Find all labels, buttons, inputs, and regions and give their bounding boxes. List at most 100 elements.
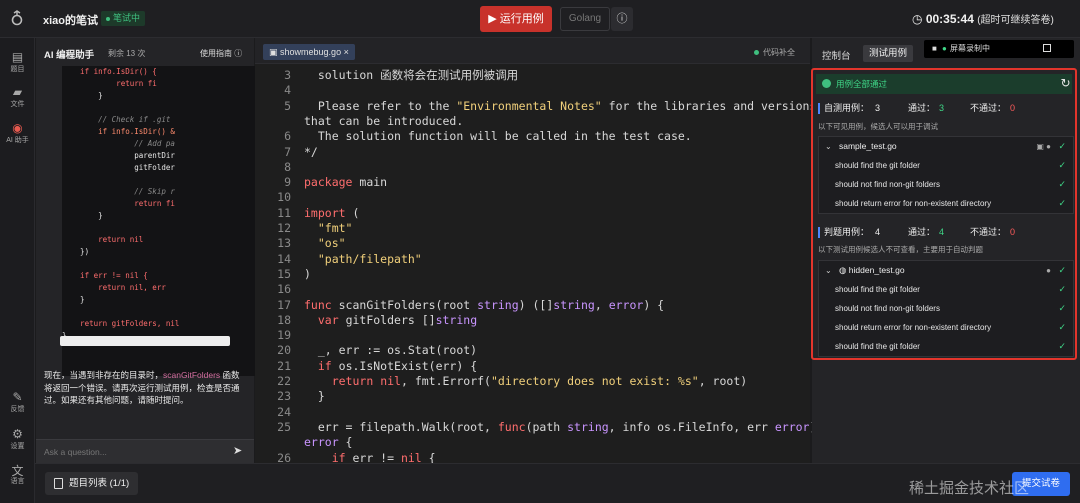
chevron-down-icon: ⌄ xyxy=(825,266,832,275)
code-line[interactable]: solution 函数将会在测试用例被调用 xyxy=(304,68,518,83)
code-scrollbar[interactable] xyxy=(60,336,230,346)
rail-item-ai[interactable]: ◉ AI 助手 xyxy=(0,121,35,145)
judge-cases-summary: 判题用例： 4 通过： 4 不通过： 0 xyxy=(818,225,1074,239)
test-case[interactable]: should find the git folder ✓ xyxy=(819,280,1073,299)
editor-tab-bar: ▣ showmebug.go × 代码补全 xyxy=(255,38,810,64)
tab-testcases[interactable]: 测试用例 xyxy=(863,45,914,62)
code-line[interactable]: The solution function will be called in … xyxy=(304,129,692,144)
check-icon: ✓ xyxy=(1058,284,1066,294)
ai-panel-title: AI 编程助手 xyxy=(44,50,95,61)
list-icon xyxy=(54,478,63,489)
test-case[interactable]: should not find non-git folders ✓ xyxy=(819,175,1073,194)
close-icon[interactable]: × xyxy=(344,47,349,57)
send-icon[interactable]: ➤ xyxy=(233,444,245,457)
code-line[interactable]: "fmt" xyxy=(304,221,353,236)
file-icon: ▣ xyxy=(269,47,278,57)
file-action-icons[interactable]: ▣ ● xyxy=(1036,137,1051,156)
code-editor[interactable]: ▣ showmebug.go × 代码补全 3 solution 函数将会在测试… xyxy=(255,38,816,465)
code-line[interactable]: import ( xyxy=(304,206,359,221)
line-number: 4 xyxy=(284,83,291,98)
line-number: 13 xyxy=(277,236,291,251)
code-line[interactable]: Please refer to the "Environmental Notes… xyxy=(304,99,817,114)
tab-console[interactable]: 控制台 xyxy=(822,48,851,62)
language-icon: 文 xyxy=(11,464,24,478)
countdown-timer: ◷ 00:35:44 (超时可继续答卷) xyxy=(912,12,1054,26)
check-icon: ✓ xyxy=(1058,322,1066,332)
test-case[interactable]: should not find non-git folders ✓ xyxy=(819,299,1073,318)
judge-cases-note: 以下测试用例候选人不可查看，主要用于自动判题 xyxy=(818,245,983,254)
line-number: 6 xyxy=(284,129,291,144)
ai-answer-text: 现在，当遇到非存在的目录时，scanGitFolders 函数将返回一个错误。请… xyxy=(44,370,240,405)
stop-recording-icon[interactable] xyxy=(1043,44,1051,52)
code-line[interactable]: error { xyxy=(304,435,352,450)
sample-test-header[interactable]: ⌄ sample_test.go ▣ ● ✓ xyxy=(819,137,1073,156)
file-action-icons[interactable]: ● xyxy=(1046,261,1051,280)
code-line[interactable]: } xyxy=(304,389,325,404)
check-circle-icon xyxy=(822,79,831,88)
folder-icon: ▰ xyxy=(12,85,23,99)
code-line[interactable]: func scanGitFolders(root string) ([]stri… xyxy=(304,298,664,313)
code-line[interactable]: "os" xyxy=(304,236,346,251)
logo-icon xyxy=(10,10,26,28)
code-line[interactable]: */ xyxy=(304,145,318,160)
screen-recording-indicator: ■ ● 屏幕录制中 xyxy=(924,40,1074,58)
file-tab-showmebug[interactable]: ▣ showmebug.go × xyxy=(263,44,355,60)
test-case[interactable]: should find the git folder ✓ xyxy=(819,337,1073,356)
rail-item-settings[interactable]: ⚙ 设置 xyxy=(0,427,35,451)
code-completion-toggle[interactable]: 代码补全 xyxy=(754,47,795,58)
code-line[interactable]: ) xyxy=(304,267,311,282)
hidden-test-header[interactable]: ⌄ ◍ hidden_test.go ● ✓ xyxy=(819,261,1073,280)
refresh-icon[interactable]: ↻ xyxy=(1058,76,1073,91)
gear-icon: ⚙ xyxy=(12,427,23,441)
code-line[interactable]: if os.IsNotExist(err) { xyxy=(304,359,477,374)
rail-item-feedback[interactable]: ✎ 反馈 xyxy=(0,390,35,414)
run-tests-button[interactable]: ▶ 运行用例 xyxy=(480,6,552,32)
line-number: 10 xyxy=(277,190,291,205)
line-number: 15 xyxy=(277,266,291,281)
exam-title: xiao的笔试 xyxy=(43,15,99,27)
line-number: 19 xyxy=(277,328,291,343)
recording-dot-icon: ● xyxy=(942,44,947,53)
test-case[interactable]: should return error for non-existent dir… xyxy=(819,318,1073,337)
line-number: 22 xyxy=(277,374,291,388)
code-line[interactable]: var gitFolders []string xyxy=(304,313,477,328)
custom-cases-summary: 自测用例： 3 通过： 3 不通过： 0 xyxy=(818,101,1074,115)
watermark-text: 稀土掘金技术社区 xyxy=(909,480,1030,497)
ask-question-input[interactable]: Ask a question... xyxy=(36,439,254,463)
info-icon[interactable]: ⓘ xyxy=(611,7,633,31)
code-line[interactable]: err = filepath.Walk(root, func(path stri… xyxy=(304,420,817,435)
sample-test-file: ⌄ sample_test.go ▣ ● ✓ should find the g… xyxy=(818,136,1074,214)
usage-guide-link[interactable]: 使用指南 ⓘ xyxy=(200,48,242,59)
code-line[interactable]: _, err := os.Stat(root) xyxy=(304,343,477,358)
rail-item-questions[interactable]: ▤ 题目 xyxy=(0,50,35,74)
code-line[interactable]: package main xyxy=(304,175,387,190)
code-line[interactable]: that can be introduced. xyxy=(304,114,463,129)
line-number: 21 xyxy=(277,358,291,373)
line-number: 7 xyxy=(284,144,291,159)
line-number: 23 xyxy=(277,389,291,404)
line-number: 3 xyxy=(284,68,291,82)
test-case[interactable]: should return error for non-existent dir… xyxy=(819,194,1073,213)
rail-item-files[interactable]: ▰ 文件 xyxy=(0,85,35,109)
check-icon: ✓ xyxy=(1058,198,1066,208)
code-area[interactable]: 3 solution 函数将会在测试用例被调用 4 5 Please refer t… xyxy=(255,68,816,465)
ai-remaining-count: 剩余 13 次 xyxy=(108,49,146,58)
line-number: 8 xyxy=(284,159,291,174)
question-list-icon: ▤ xyxy=(11,50,24,64)
language-select[interactable]: Golang xyxy=(560,7,610,31)
status-badge: 笔试中 xyxy=(101,11,146,26)
clock-icon: ◷ xyxy=(912,12,923,26)
problem-list-button[interactable]: 题目列表 (1/1) xyxy=(45,472,139,495)
line-number: 24 xyxy=(277,404,291,419)
check-icon: ✓ xyxy=(1058,160,1066,170)
help-icon: ⓘ xyxy=(234,49,243,58)
code-line[interactable]: "path/filepath" xyxy=(304,252,422,267)
hidden-eye-icon: ◍ xyxy=(839,265,847,275)
robot-icon: ◉ xyxy=(12,121,23,135)
line-number: 18 xyxy=(277,312,291,327)
rail-item-language[interactable]: 文 语言 xyxy=(0,462,35,486)
hidden-test-file: ⌄ ◍ hidden_test.go ● ✓ should find the g… xyxy=(818,260,1074,357)
test-case[interactable]: should find the git folder ✓ xyxy=(819,156,1073,175)
code-line[interactable]: return nil, fmt.Errorf("directory does n… xyxy=(304,374,747,389)
line-number: 9 xyxy=(284,175,291,190)
